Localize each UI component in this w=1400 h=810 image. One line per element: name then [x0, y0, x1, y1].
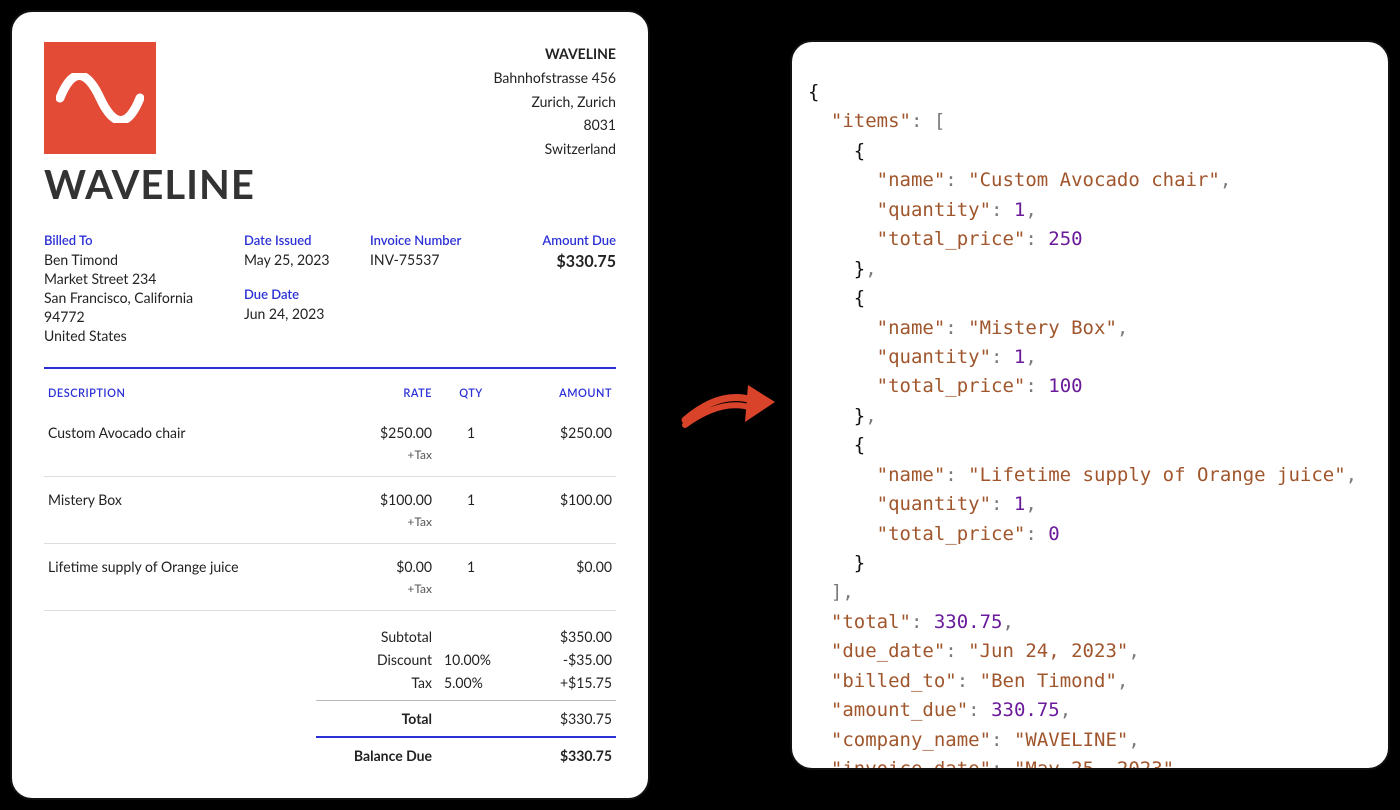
- col-qty: QTY: [436, 379, 506, 410]
- item-qty: 1: [436, 477, 506, 515]
- tax-pct: 5.00%: [438, 674, 502, 691]
- invoice-number-value: INV-75537: [370, 251, 500, 270]
- company-logo-block: WAVELINE: [44, 42, 255, 208]
- col-rate: RATE: [346, 379, 436, 410]
- invoice-document: WAVELINE WAVELINE Bahnhofstrasse 456 Zur…: [10, 10, 650, 800]
- item-description: Lifetime supply of Orange juice: [44, 544, 346, 582]
- discount-value: -$35.00: [502, 651, 612, 668]
- subtotal-label: Subtotal: [320, 628, 438, 645]
- tax-note-row: +Tax: [44, 581, 616, 611]
- item-qty: 1: [436, 410, 506, 447]
- date-issued-value: May 25, 2023: [244, 251, 354, 270]
- billed-to-block: Billed To Ben Timond Market Street 234 S…: [44, 232, 228, 345]
- amount-due-block: Amount Due $330.75: [516, 232, 616, 345]
- balance-due-value: $330.75: [502, 747, 612, 764]
- tax-note-row: +Tax: [44, 514, 616, 544]
- billed-to-line: Market Street 234: [44, 270, 228, 289]
- company-address-line: 8031: [493, 113, 616, 137]
- col-amount: AMOUNT: [506, 379, 616, 410]
- discount-label: Discount: [320, 651, 438, 668]
- tax-value: +$15.75: [502, 674, 612, 691]
- due-date-value: Jun 24, 2023: [244, 305, 354, 324]
- discount-pct: 10.00%: [438, 651, 502, 668]
- subtotal-value: $350.00: [502, 628, 612, 645]
- tax-note: +Tax: [346, 447, 436, 477]
- invoice-number-block: Invoice Number INV-75537: [370, 232, 500, 345]
- amount-due-value: $330.75: [516, 251, 616, 273]
- billed-to-line: San Francisco, California: [44, 289, 228, 308]
- billed-to-line: 94772: [44, 308, 228, 327]
- tax-note-row: +Tax: [44, 447, 616, 477]
- tax-note: +Tax: [346, 514, 436, 544]
- table-row: Lifetime supply of Orange juice$0.001$0.…: [44, 544, 616, 582]
- item-qty: 1: [436, 544, 506, 582]
- date-issued-label: Date Issued: [244, 232, 354, 248]
- billed-to-label: Billed To: [44, 232, 228, 248]
- billed-to-name: Ben Timond: [44, 251, 228, 270]
- total-value: $330.75: [502, 710, 612, 727]
- arrow-icon: [680, 370, 780, 440]
- company-address-line: Bahnhofstrasse 456: [493, 66, 616, 90]
- total-label: Total: [320, 710, 438, 727]
- line-items-table: DESCRIPTION RATE QTY AMOUNT Custom Avoca…: [44, 379, 616, 611]
- item-amount: $0.00: [506, 544, 616, 582]
- divider: [44, 367, 616, 369]
- amount-due-label: Amount Due: [516, 232, 616, 248]
- billed-to-line: United States: [44, 327, 228, 346]
- item-amount: $100.00: [506, 477, 616, 515]
- company-wordmark: WAVELINE: [44, 160, 255, 208]
- wave-icon: [56, 73, 144, 123]
- item-rate: $100.00: [346, 477, 436, 515]
- item-description: Mistery Box: [44, 477, 346, 515]
- item-description: Custom Avocado chair: [44, 410, 346, 447]
- invoice-number-label: Invoice Number: [370, 232, 500, 248]
- company-name: WAVELINE: [493, 42, 616, 66]
- tax-label: Tax: [320, 674, 438, 691]
- item-rate: $250.00: [346, 410, 436, 447]
- company-address: WAVELINE Bahnhofstrasse 456 Zurich, Zuri…: [493, 42, 616, 208]
- balance-due-label: Balance Due: [320, 747, 438, 764]
- item-amount: $250.00: [506, 410, 616, 447]
- col-description: DESCRIPTION: [44, 379, 346, 410]
- extracted-json: { "items": [ { "name": "Custom Avocado c…: [790, 40, 1390, 770]
- totals-block: Subtotal $350.00 Discount 10.00% -$35.00…: [316, 625, 616, 767]
- date-issued-block: Date Issued May 25, 2023 Due Date Jun 24…: [244, 232, 354, 345]
- table-row: Mistery Box$100.001$100.00: [44, 477, 616, 515]
- table-row: Custom Avocado chair$250.001$250.00: [44, 410, 616, 447]
- item-rate: $0.00: [346, 544, 436, 582]
- tax-note: +Tax: [346, 581, 436, 611]
- company-logo: [44, 42, 156, 154]
- company-address-line: Zurich, Zurich: [493, 90, 616, 114]
- due-date-label: Due Date: [244, 286, 354, 302]
- company-address-line: Switzerland: [493, 137, 616, 161]
